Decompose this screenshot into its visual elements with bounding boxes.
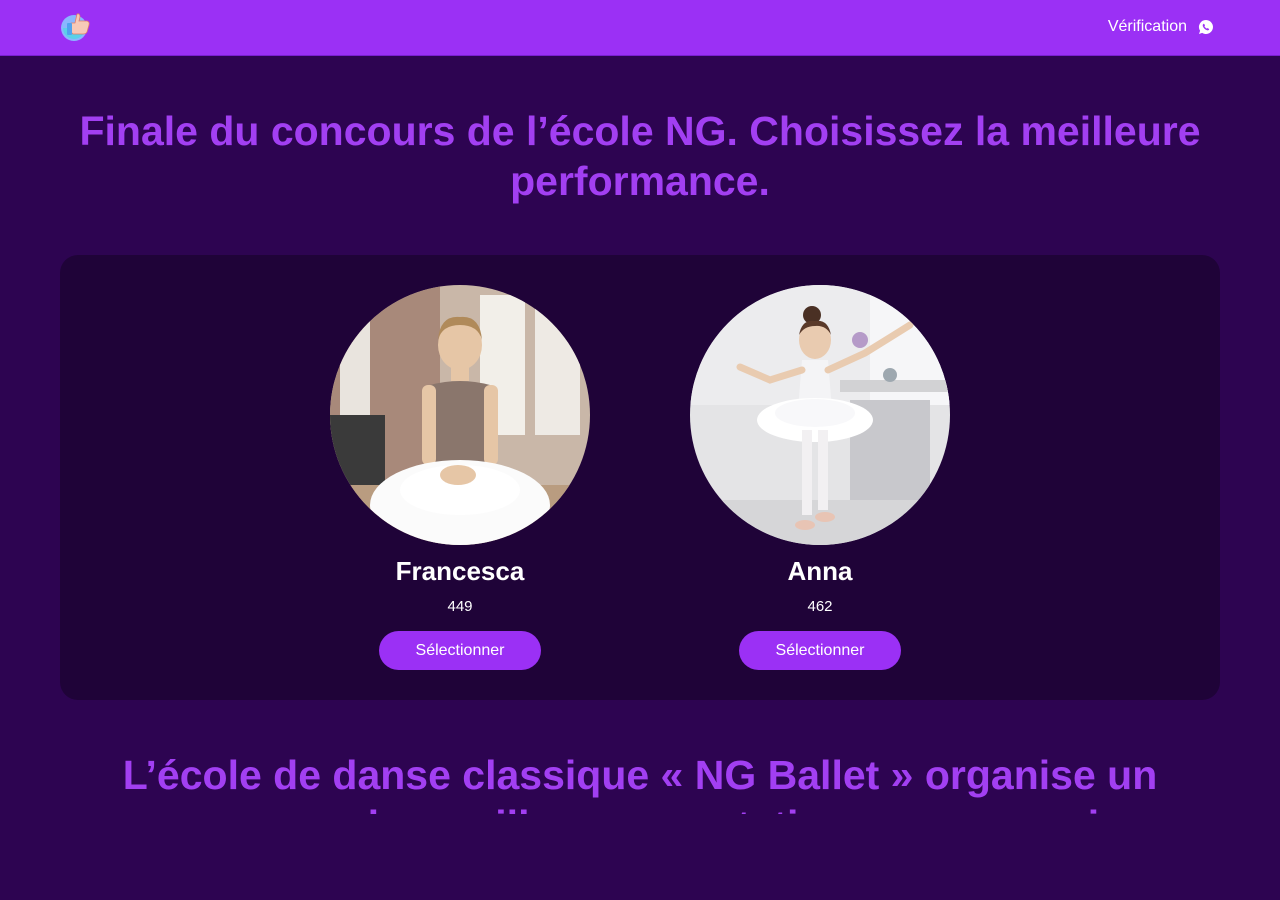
ballerina-seated-photo[interactable] [330,285,590,545]
thumbs-up-logo-icon[interactable] [60,10,92,42]
contest-description: L’école de danse classique « NG Ballet »… [122,752,1158,814]
select-francesca-button[interactable]: Sélectionner [379,631,541,670]
whatsapp-icon [1198,19,1214,35]
contestant-name: Francesca [395,556,525,586]
vote-count: 462 [807,598,833,615]
select-anna-button[interactable]: Sélectionner [739,631,901,670]
contestant-card-anna: Anna 462 Sélectionner [690,285,950,670]
vote-count: 449 [447,598,473,615]
contestant-name: Anna [787,556,853,586]
voting-panel: Francesca 449 Sélectionner Anna 462 Séle… [60,255,1220,700]
verification-link[interactable]: Vérification [1108,18,1214,36]
contestant-card-francesca: Francesca 449 Sélectionner [330,285,590,670]
verification-label: Vérification [1107,18,1187,35]
description-section: L’école de danse classique « NG Ballet »… [60,750,1220,814]
page-title: Finale du concours de l’école NG. Choisi… [79,108,1201,204]
top-bar: Vérification [0,0,1280,56]
ballerina-dancing-photo[interactable] [690,285,950,545]
